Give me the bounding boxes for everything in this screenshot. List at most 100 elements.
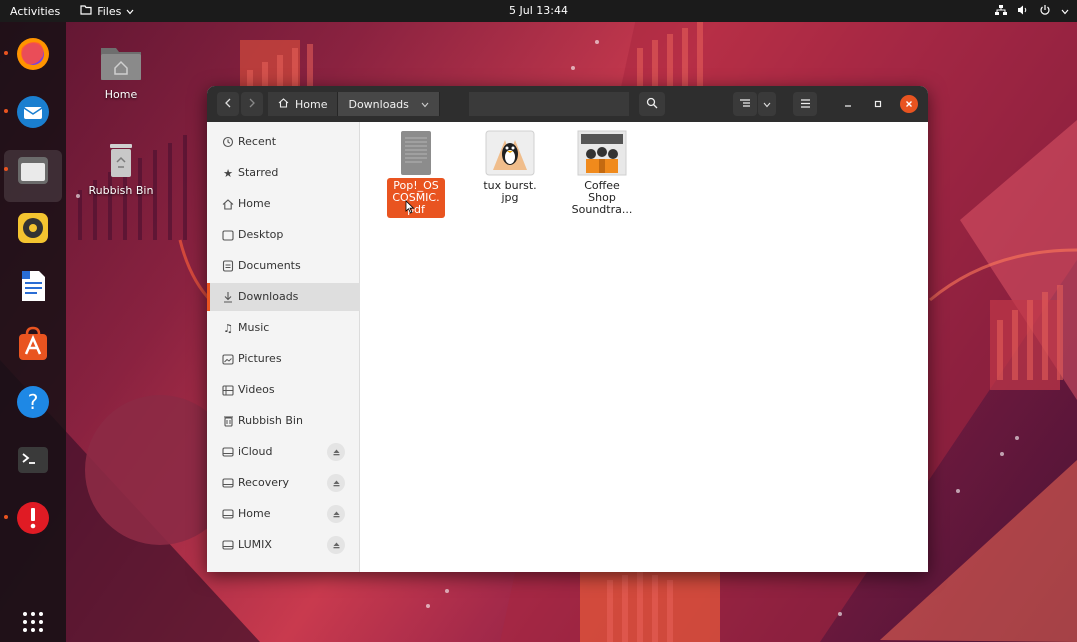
sidebar-item-desktop[interactable]: Desktop — [207, 221, 360, 249]
top-bar: Activities Files 5 Jul 13:44 — [0, 0, 1077, 22]
firefox-icon[interactable] — [4, 34, 53, 74]
thunderbird-icon[interactable] — [4, 92, 53, 132]
sidebar-item-rubbish-bin[interactable]: Rubbish Bin — [207, 407, 360, 435]
terminal-icon[interactable] — [13, 440, 53, 480]
close-icon — [905, 98, 913, 111]
drive-icon — [221, 507, 235, 521]
sidebar-item-label: Music — [238, 321, 270, 334]
back-button[interactable] — [217, 92, 239, 116]
app-menu-button[interactable]: Files — [72, 0, 142, 22]
sidebar-item-label: Videos — [238, 383, 275, 396]
view-list-button[interactable] — [733, 92, 757, 116]
sidebar-item-label: Recent — [238, 135, 277, 148]
close-button[interactable] — [900, 95, 918, 113]
desktop-icon-rubbish-bin[interactable]: Rubbish Bin — [81, 136, 161, 197]
dock: ? — [0, 22, 66, 642]
writer-icon[interactable] — [13, 266, 53, 306]
activities-label: Activities — [10, 4, 61, 18]
sidebar-item-videos[interactable]: Videos — [207, 376, 360, 404]
forward-button[interactable] — [241, 92, 263, 116]
search-icon — [646, 97, 658, 112]
power-icon[interactable] — [1039, 4, 1051, 19]
sidebar-item-pictures[interactable]: Pictures — [207, 345, 360, 373]
minimize-button[interactable] — [839, 92, 857, 116]
breadcrumb-downloads[interactable]: Downloads — [338, 92, 440, 116]
sidebar-item-label: Home — [238, 197, 271, 210]
files-icon[interactable] — [4, 150, 53, 190]
sidebar-drive-icloud[interactable]: iCloud — [207, 438, 360, 466]
sidebar-drive-home[interactable]: Home — [207, 500, 360, 528]
sidebar-item-label: Rubbish Bin — [238, 414, 303, 427]
sidebar-drive-lumix[interactable]: LUMIX — [207, 531, 360, 559]
video-icon — [221, 383, 235, 397]
eject-icon[interactable] — [327, 505, 345, 523]
sidebar-item-recent[interactable]: Recent — [207, 128, 360, 156]
desktop-icon-home[interactable]: Home — [81, 40, 161, 101]
drive-icon — [221, 445, 235, 459]
mouse-cursor-icon — [405, 200, 415, 214]
maximize-icon — [874, 98, 882, 111]
eject-icon[interactable] — [327, 536, 345, 554]
file-name: Coffee Shop Soundtra... — [562, 180, 642, 216]
trash-icon — [221, 414, 235, 428]
download-icon — [221, 290, 235, 304]
svg-text:?: ? — [28, 390, 39, 414]
sidebar-item-label: Home — [238, 507, 271, 520]
chevron-down-icon — [126, 5, 134, 18]
app-menu-label: Files — [97, 4, 122, 18]
home-icon — [278, 97, 289, 111]
help-icon[interactable]: ? — [13, 382, 53, 422]
eject-icon[interactable] — [327, 443, 345, 461]
desktop-icon-label: Home — [104, 88, 138, 101]
activities-button[interactable]: Activities — [0, 0, 72, 22]
pdf-file-icon — [396, 130, 436, 176]
picture-icon — [221, 352, 235, 366]
file-name-line: pdf — [407, 203, 425, 216]
breadcrumb-label: Home — [295, 97, 328, 111]
search-button[interactable] — [639, 92, 665, 116]
network-icon[interactable] — [995, 4, 1007, 19]
sidebar-item-label: Recovery — [238, 476, 290, 489]
file-item[interactable]: Pop!_OS COSMIC. pdf — [376, 130, 456, 218]
eject-icon[interactable] — [327, 474, 345, 492]
home-folder-icon — [98, 40, 144, 86]
maximize-button[interactable] — [869, 92, 887, 116]
file-item[interactable]: Coffee Shop Soundtra... — [562, 130, 642, 216]
album-art-thumbnail-icon — [577, 130, 627, 176]
document-icon — [221, 259, 235, 273]
sidebar-item-downloads[interactable]: Downloads — [207, 283, 360, 311]
chevron-down-icon[interactable] — [1061, 5, 1069, 18]
header-bar: Home Downloads — [207, 86, 928, 122]
system-tray[interactable] — [995, 0, 1069, 22]
files-window: Home Downloads Recent ★ Starred Home Des… — [207, 86, 928, 572]
desktop-icon — [221, 228, 235, 242]
update-icon[interactable] — [4, 498, 53, 538]
hamburger-icon — [800, 98, 811, 111]
chevron-right-icon — [248, 98, 256, 111]
clock[interactable]: 5 Jul 13:44 — [509, 4, 568, 17]
file-item[interactable]: tux burst. jpg — [470, 130, 550, 204]
software-icon[interactable] — [13, 324, 53, 364]
volume-icon[interactable] — [1017, 4, 1029, 19]
chevron-down-icon — [763, 98, 771, 111]
sidebar-item-label: Starred — [238, 166, 279, 179]
view-options-button[interactable] — [758, 92, 776, 116]
sidebar-item-label: iCloud — [238, 445, 273, 458]
home-icon — [221, 197, 235, 211]
rhythmbox-icon[interactable] — [13, 208, 53, 248]
sidebar-item-documents[interactable]: Documents — [207, 252, 360, 280]
sidebar-item-music[interactable]: ♫ Music — [207, 314, 360, 342]
sidebar-drive-recovery[interactable]: Recovery — [207, 469, 360, 497]
sidebar-item-home[interactable]: Home — [207, 190, 360, 218]
main-menu-button[interactable] — [793, 92, 817, 116]
breadcrumb-home[interactable]: Home — [268, 92, 339, 116]
sidebar: Recent ★ Starred Home Desktop Documents … — [207, 122, 360, 572]
app-grid-icon[interactable] — [13, 602, 53, 642]
file-view[interactable]: Pop!_OS COSMIC. pdf tux burst. jpg Coffe… — [360, 122, 928, 572]
sidebar-item-label: LUMIX — [238, 538, 272, 551]
sidebar-item-starred[interactable]: ★ Starred — [207, 159, 360, 187]
image-thumbnail-icon — [485, 130, 535, 176]
drive-icon — [221, 476, 235, 490]
desktop-icon-label: Rubbish Bin — [88, 184, 154, 197]
sidebar-item-label: Desktop — [238, 228, 284, 241]
